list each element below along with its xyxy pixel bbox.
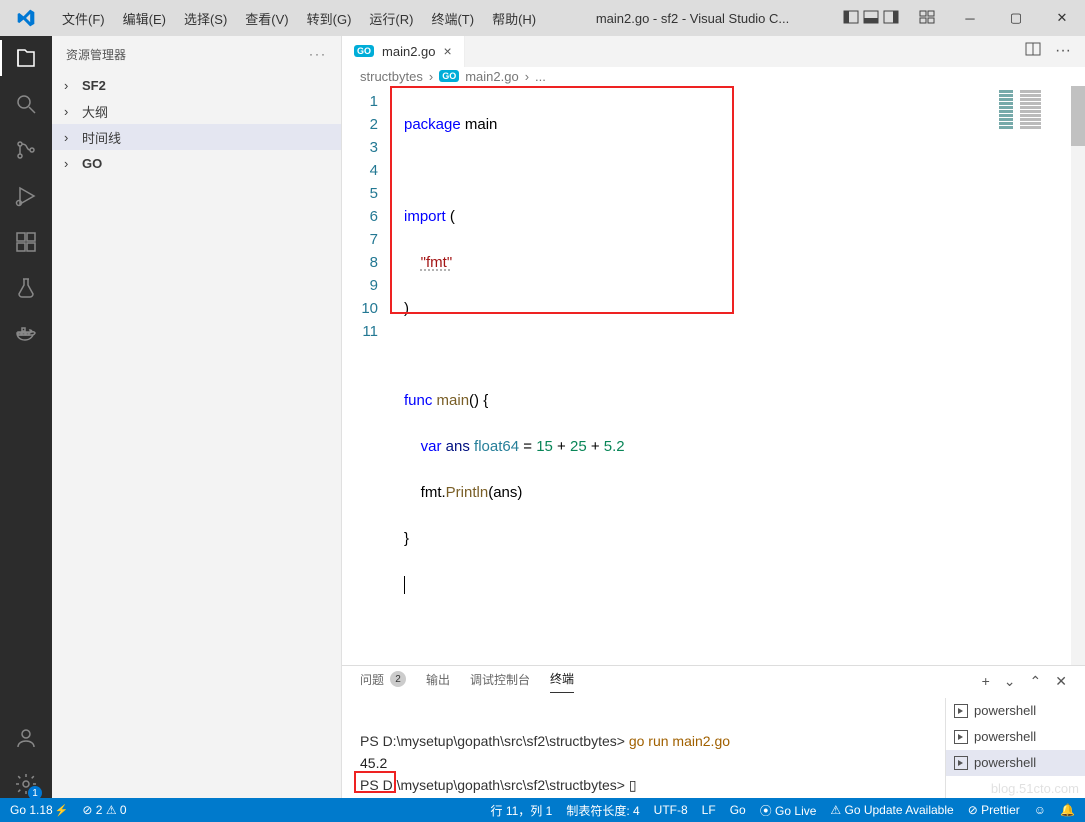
breadcrumb[interactable]: structbytes › GO main2.go › ...	[342, 67, 1085, 86]
go-file-icon: GO	[439, 70, 459, 82]
sidebar-more-icon[interactable]: ···	[309, 47, 327, 61]
bottom-panel: 问题2 输出 调试控制台 终端 + ⌄ ⌃ ✕ PS D:\mysetup\go…	[342, 665, 1085, 798]
status-encoding[interactable]: UTF-8	[654, 803, 688, 817]
status-feedback-icon[interactable]: ☺	[1034, 803, 1046, 817]
menu-help[interactable]: 帮助(H)	[486, 5, 542, 32]
status-language[interactable]: Go	[730, 803, 746, 817]
toggle-secondary-sidebar-icon[interactable]	[883, 9, 899, 28]
terminal-icon	[954, 730, 968, 744]
terminal-output[interactable]: PS D:\mysetup\gopath\src\sf2\structbytes…	[342, 698, 945, 798]
title-bar: 文件(F) 编辑(E) 选择(S) 查看(V) 转到(G) 运行(R) 终端(T…	[0, 0, 1085, 36]
search-icon[interactable]	[12, 90, 40, 118]
menu-terminal[interactable]: 终端(T)	[425, 5, 480, 32]
code-editor[interactable]: 1234567891011 package main import ( "fmt…	[342, 86, 1085, 665]
problems-count-badge: 2	[390, 671, 406, 687]
status-go-version[interactable]: Go 1.18	[10, 803, 68, 817]
status-cursor-position[interactable]: 行 11，列 1	[491, 802, 553, 819]
status-notifications-icon[interactable]	[1060, 803, 1075, 817]
run-debug-icon[interactable]	[12, 182, 40, 210]
editor-tabs: GO main2.go × ···	[342, 36, 1085, 67]
layout-controls	[843, 9, 935, 28]
breadcrumb-file[interactable]: main2.go	[465, 69, 518, 84]
settings-gear-icon[interactable]: 1	[12, 770, 40, 798]
status-bar: Go 1.18 2 0 行 11，列 1 制表符长度: 4 UTF-8 LF G…	[0, 798, 1085, 822]
source-control-icon[interactable]	[12, 136, 40, 164]
sidebar-section-outline[interactable]: ›大纲	[52, 98, 341, 124]
panel-tab-debug-console[interactable]: 调试控制台	[470, 671, 530, 693]
menu-edit[interactable]: 编辑(E)	[117, 5, 172, 32]
toggle-primary-sidebar-icon[interactable]	[843, 9, 859, 28]
menu-view[interactable]: 查看(V)	[239, 5, 294, 32]
minimap[interactable]	[999, 90, 1069, 150]
tab-main2-go[interactable]: GO main2.go ×	[342, 36, 465, 67]
go-file-icon: GO	[354, 45, 374, 57]
menu-run[interactable]: 运行(R)	[363, 5, 419, 32]
window-close-button[interactable]: ✕	[1039, 0, 1085, 36]
settings-badge: 1	[28, 786, 42, 800]
explorer-icon[interactable]	[12, 44, 40, 72]
status-problems[interactable]: 2 0	[82, 803, 126, 817]
status-prettier[interactable]: Prettier	[968, 803, 1020, 817]
tab-close-icon[interactable]: ×	[444, 43, 452, 59]
status-go-update[interactable]: Go Update Available	[830, 803, 953, 817]
line-gutter: 1234567891011	[342, 86, 396, 665]
sidebar-section-go[interactable]: ›GO	[52, 150, 341, 176]
terminal-dropdown-icon[interactable]: ⌄	[1004, 673, 1016, 690]
terminal-session-2[interactable]: powershell	[946, 724, 1085, 750]
annotation-box-output	[354, 771, 396, 793]
watermark: blog.51cto.com	[991, 781, 1079, 796]
breadcrumb-more[interactable]: ...	[535, 69, 546, 84]
menu-file[interactable]: 文件(F)	[56, 5, 111, 32]
menu-selection[interactable]: 选择(S)	[178, 5, 233, 32]
accounts-icon[interactable]	[12, 724, 40, 752]
customize-layout-icon[interactable]	[919, 9, 935, 28]
vscode-logo-icon	[0, 8, 52, 28]
extensions-icon[interactable]	[12, 228, 40, 256]
sidebar-title: 资源管理器	[66, 46, 126, 63]
testing-icon[interactable]	[12, 274, 40, 302]
explorer-sidebar: 资源管理器 ··· ›SF2 ›大纲 ›时间线 ›GO	[52, 36, 342, 798]
menu-bar: 文件(F) 编辑(E) 选择(S) 查看(V) 转到(G) 运行(R) 终端(T…	[52, 5, 542, 32]
terminal-session-3[interactable]: powershell	[946, 750, 1085, 776]
split-editor-icon[interactable]	[1025, 41, 1041, 62]
window-title: main2.go - sf2 - Visual Studio C...	[542, 11, 843, 26]
status-eol[interactable]: LF	[702, 803, 716, 817]
terminal-icon	[954, 704, 968, 718]
panel-tab-output[interactable]: 输出	[426, 671, 450, 693]
code-content[interactable]: package main import ( "fmt" ) func main(…	[396, 86, 1085, 665]
panel-tab-problems[interactable]: 问题2	[360, 671, 406, 693]
panel-tab-terminal[interactable]: 终端	[550, 670, 574, 693]
editor-more-icon[interactable]: ···	[1055, 42, 1071, 60]
docker-icon[interactable]	[12, 320, 40, 348]
text-cursor	[404, 576, 405, 594]
tab-label: main2.go	[382, 44, 435, 59]
panel-maximize-icon[interactable]: ⌃	[1030, 673, 1042, 690]
toggle-panel-icon[interactable]	[863, 9, 879, 28]
activity-bar: 1	[0, 36, 52, 798]
status-go-live[interactable]: Go Live	[760, 802, 817, 819]
status-indent[interactable]: 制表符长度: 4	[566, 802, 639, 819]
sidebar-section-timeline[interactable]: ›时间线	[52, 124, 341, 150]
editor-area: GO main2.go × ··· structbytes › GO main2…	[342, 36, 1085, 798]
breadcrumb-folder[interactable]: structbytes	[360, 69, 423, 84]
sidebar-section-sf2[interactable]: ›SF2	[52, 72, 341, 98]
menu-go[interactable]: 转到(G)	[301, 5, 358, 32]
terminal-new-icon[interactable]: +	[982, 673, 990, 690]
panel-close-icon[interactable]: ✕	[1055, 673, 1067, 690]
window-minimize-button[interactable]: ─	[947, 0, 993, 36]
window-maximize-button[interactable]: ▢	[993, 0, 1039, 36]
vertical-scrollbar[interactable]	[1071, 86, 1085, 665]
terminal-icon	[954, 756, 968, 770]
terminal-session-1[interactable]: powershell	[946, 698, 1085, 724]
